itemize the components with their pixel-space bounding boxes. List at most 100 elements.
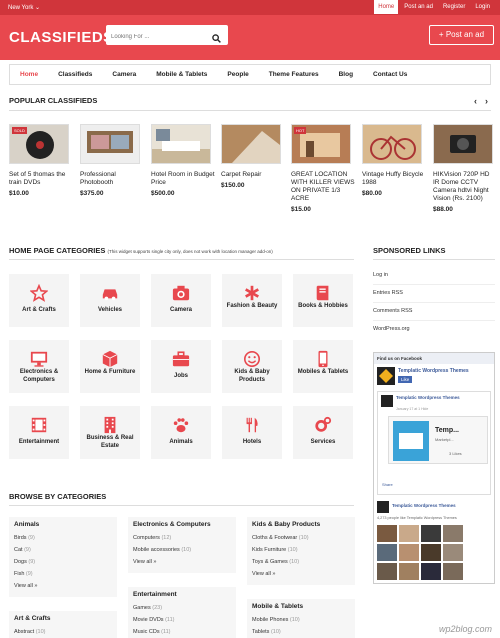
browse-item[interactable]: Abstract (10) — [14, 626, 112, 638]
nav-theme-features[interactable]: Theme Features — [259, 65, 329, 84]
browse-item[interactable]: Kids Furniture (10) — [252, 544, 350, 556]
city-selector[interactable]: New York ⌄ — [8, 4, 40, 11]
fan-avatar[interactable] — [443, 525, 463, 542]
category-vehicles[interactable]: Vehicles — [80, 274, 140, 327]
category-home-furniture[interactable]: Home & Furniture — [80, 340, 140, 393]
item-title[interactable]: Professional Photobooth — [80, 171, 144, 187]
category-fashion-beauty[interactable]: Fashion & Beauty — [222, 274, 282, 327]
browse-heading[interactable]: Mobile & Tablets — [252, 603, 350, 610]
browse-heading[interactable]: Electronics & Computers — [133, 521, 231, 528]
product-image[interactable] — [80, 124, 140, 164]
item-title[interactable]: Set of 5 thomas the train DVDs — [9, 171, 73, 187]
chevron-left-icon[interactable]: ‹ — [474, 96, 477, 106]
top-link-home[interactable]: Home — [374, 0, 399, 14]
browse-item[interactable]: Fish (9) — [14, 568, 112, 580]
sponsored-link[interactable]: Comments RSS — [373, 308, 412, 314]
search-input[interactable] — [106, 28, 206, 46]
product-image[interactable] — [362, 124, 422, 164]
nav-mobile-tablets[interactable]: Mobile & Tablets — [146, 65, 217, 84]
fan-avatar[interactable] — [421, 563, 441, 580]
view-all-link[interactable]: View all » — [133, 556, 231, 568]
category-camera[interactable]: Camera — [151, 274, 211, 327]
view-all-link[interactable]: View all » — [14, 580, 112, 592]
browse-item[interactable]: Cloths & Footwear (10) — [252, 532, 350, 544]
browse-item[interactable]: Toys & Games (10) — [252, 556, 350, 568]
sponsored-link[interactable]: WordPress.org — [373, 326, 410, 332]
item-title[interactable]: Carpet Repair — [221, 171, 285, 179]
popular-item[interactable]: Hotel Room in Budget Price $500.00 — [151, 124, 215, 197]
top-link-login[interactable]: Login — [471, 0, 494, 14]
category-services[interactable]: Services — [293, 406, 353, 459]
top-link-register[interactable]: Register — [439, 0, 469, 14]
item-title[interactable]: GREAT LOCATION WITH KILLER VIEWS ON PRIV… — [291, 171, 355, 203]
browse-item[interactable]: Movie DVDs (11) — [133, 614, 231, 626]
browse-item[interactable]: Tablets (10) — [252, 626, 350, 638]
fb-page-name[interactable]: Templatic Wordpress Themes — [398, 368, 488, 374]
fb-share-link[interactable]: Share — [382, 482, 393, 487]
site-logo[interactable]: CLASSIFIEDS — [9, 29, 114, 46]
popular-item[interactable]: Carpet Repair $150.00 — [221, 124, 285, 189]
browse-item[interactable]: Cat (9) — [14, 544, 112, 556]
category-books-hobbies[interactable]: Books & Hobbies — [293, 274, 353, 327]
browse-item[interactable]: Mobile Phones (10) — [252, 614, 350, 626]
fan-avatar[interactable] — [443, 563, 463, 580]
popular-item[interactable]: SOLD Set of 5 thomas the train DVDs $10.… — [9, 124, 73, 197]
product-image[interactable] — [221, 124, 281, 164]
fan-avatar[interactable] — [399, 544, 419, 561]
popular-item[interactable]: Professional Photobooth $375.00 — [80, 124, 144, 197]
category-kids-baby[interactable]: Kids & Baby Products — [222, 340, 282, 393]
nav-home[interactable]: Home — [10, 65, 48, 84]
fb-page-logo[interactable] — [377, 367, 395, 385]
fb-post-card[interactable]: Temp... Marketpl... 3 Likes — [388, 416, 488, 464]
popular-item[interactable]: HOT GREAT LOCATION WITH KILLER VIEWS ON … — [291, 124, 355, 213]
browse-item[interactable]: Computers (12) — [133, 532, 231, 544]
product-image[interactable]: HOT — [291, 124, 351, 164]
item-title[interactable]: Hotel Room in Budget Price — [151, 171, 215, 187]
category-mobiles-tablets[interactable]: Mobiles & Tablets — [293, 340, 353, 393]
product-image[interactable] — [433, 124, 493, 164]
category-business[interactable]: Business & Real Estate — [80, 406, 140, 459]
product-image[interactable]: SOLD — [9, 124, 69, 164]
fan-avatar[interactable] — [377, 544, 397, 561]
sponsored-link[interactable]: Entries RSS — [373, 290, 403, 296]
nav-camera[interactable]: Camera — [102, 65, 146, 84]
view-all-link[interactable]: View all » — [252, 568, 350, 580]
category-hotels[interactable]: Hotels — [222, 406, 282, 459]
popular-item[interactable]: Vintage Huffy Bicycle 1988 $80.00 — [362, 124, 426, 197]
fan-avatar[interactable] — [377, 563, 397, 580]
fb-page-name-2[interactable]: Templatic Wordpress Themes — [392, 503, 456, 508]
category-entertainment[interactable]: Entertainment — [9, 406, 69, 459]
item-title[interactable]: HIKVision 720P HD IR Dome CCTV Camera hd… — [433, 171, 497, 203]
browse-heading[interactable]: Animals — [14, 521, 112, 528]
browse-item[interactable]: Birds (9) — [14, 532, 112, 544]
item-title[interactable]: Vintage Huffy Bicycle 1988 — [362, 171, 426, 187]
browse-heading[interactable]: Kids & Baby Products — [252, 521, 350, 528]
category-animals[interactable]: Animals — [151, 406, 211, 459]
fan-avatar[interactable] — [421, 544, 441, 561]
category-jobs[interactable]: Jobs — [151, 340, 211, 393]
product-image[interactable] — [151, 124, 211, 164]
fb-like-button[interactable]: Like — [398, 376, 413, 383]
browse-heading[interactable]: Art & Crafts — [14, 615, 112, 622]
browse-item[interactable]: Dogs (9) — [14, 556, 112, 568]
sponsored-link[interactable]: Log in — [373, 272, 388, 278]
fan-avatar[interactable] — [399, 563, 419, 580]
browse-item[interactable]: Mobile accessories (10) — [133, 544, 231, 556]
fan-avatar[interactable] — [421, 525, 441, 542]
nav-people[interactable]: People — [217, 65, 258, 84]
fan-avatar[interactable] — [377, 525, 397, 542]
nav-classifieds[interactable]: Classifieds — [48, 65, 102, 84]
browse-item[interactable]: Games (23) — [133, 602, 231, 614]
fan-avatar[interactable] — [443, 544, 463, 561]
category-electronics[interactable]: Electronics & Computers — [9, 340, 69, 393]
nav-contact[interactable]: Contact Us — [363, 65, 417, 84]
browse-item[interactable]: Music CDs (11) — [133, 626, 231, 638]
search-icon[interactable] — [212, 30, 221, 48]
category-art-crafts[interactable]: Art & Crafts — [9, 274, 69, 327]
post-ad-button[interactable]: + Post an ad — [429, 25, 494, 45]
fb-post-name[interactable]: Templatic Wordpress Themes — [396, 395, 466, 400]
top-link-post-ad[interactable]: Post an ad — [400, 0, 437, 14]
chevron-right-icon[interactable]: › — [485, 96, 488, 106]
browse-heading[interactable]: Entertainment — [133, 591, 231, 598]
nav-blog[interactable]: Blog — [329, 65, 363, 84]
